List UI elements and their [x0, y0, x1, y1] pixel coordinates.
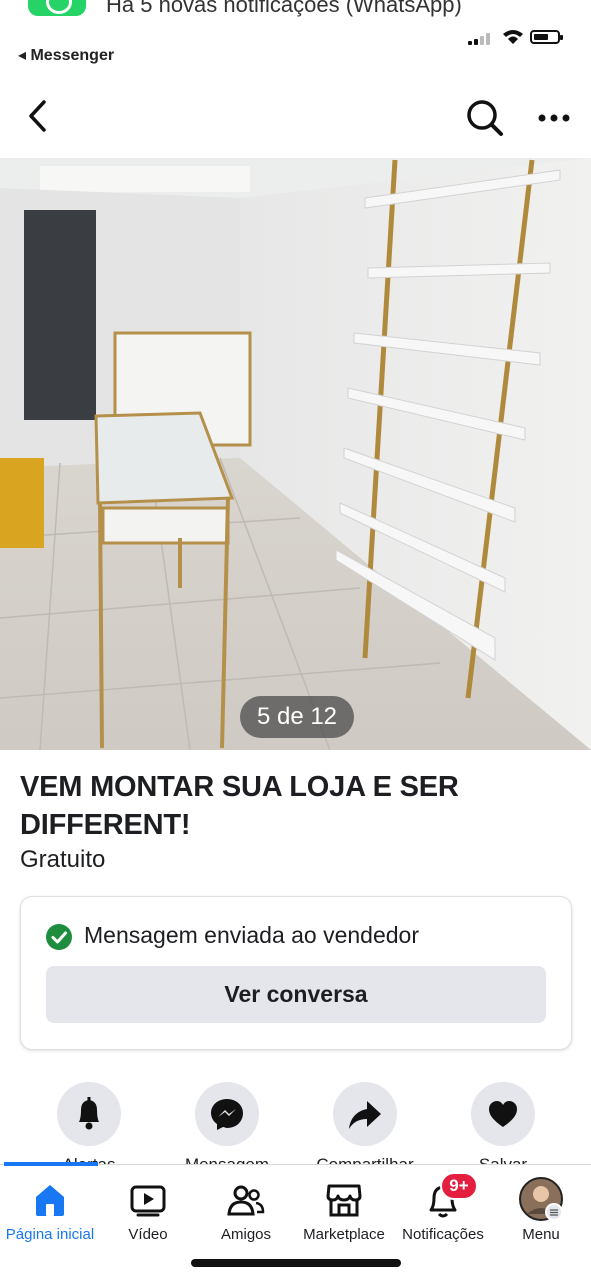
bell-icon [79, 1097, 99, 1130]
listing-price: Gratuito [20, 846, 106, 873]
tab-label: Amigos [220, 1226, 272, 1243]
action-label: Mensagem [167, 1154, 287, 1164]
friends-icon [227, 1185, 265, 1216]
tab-label: Marketplace [303, 1226, 385, 1243]
save-button[interactable] [471, 1082, 535, 1146]
more-horizontal-icon[interactable] [532, 96, 576, 140]
active-tab-indicator [4, 1162, 98, 1166]
notification-text: Há 5 novas notificações (WhatsApp) [106, 0, 462, 17]
action-label: Compartilhar [305, 1154, 425, 1164]
chevron-left-icon[interactable] [20, 96, 60, 136]
messenger-icon [211, 1099, 243, 1130]
tab-home[interactable]: Página inicial [0, 1176, 100, 1256]
listing-title: VEM MONTAR SUA LOJA E SER DIFFERENT! [20, 771, 459, 841]
back-to-app-link[interactable]: ◂ Messenger [18, 45, 114, 65]
signal-icon [468, 33, 494, 45]
wifi-icon [503, 30, 523, 44]
marketplace-icon [326, 1184, 362, 1217]
tab-menu[interactable]: Menu [491, 1176, 591, 1256]
notification-banner[interactable]: Há 5 novas notificações (WhatsApp) [0, 0, 591, 28]
video-icon [130, 1185, 166, 1217]
tab-label: Página inicial [5, 1226, 95, 1243]
search-icon[interactable] [462, 95, 506, 139]
notification-badge: 9+ [440, 1172, 478, 1200]
share-button[interactable] [333, 1082, 397, 1146]
home-indicator[interactable] [191, 1259, 401, 1267]
check-circle-icon [46, 924, 72, 950]
tab-label: Menu [522, 1226, 560, 1243]
tab-label: Vídeo [128, 1226, 168, 1243]
tab-friends[interactable]: Amigos [196, 1176, 296, 1256]
home-icon [36, 1185, 64, 1216]
photo-counter: 5 de 12 [240, 696, 354, 738]
listing-photo[interactable] [0, 158, 591, 750]
battery-icon [530, 30, 563, 44]
avatar-icon [519, 1177, 563, 1221]
tab-marketplace[interactable]: Marketplace [294, 1176, 394, 1256]
heart-icon [489, 1101, 517, 1127]
whatsapp-icon [28, 0, 86, 16]
alerts-button[interactable] [57, 1082, 121, 1146]
action-label: Salvar [443, 1154, 563, 1164]
message-status-text: Mensagem enviada ao vendedor [84, 922, 420, 948]
tab-label: Notificações [402, 1226, 484, 1243]
share-icon [349, 1101, 381, 1129]
tab-video[interactable]: Vídeo [98, 1176, 198, 1256]
store-interior-image [0, 158, 591, 750]
message-button[interactable] [195, 1082, 259, 1146]
view-conversation-button[interactable]: Ver conversa [46, 966, 546, 1023]
